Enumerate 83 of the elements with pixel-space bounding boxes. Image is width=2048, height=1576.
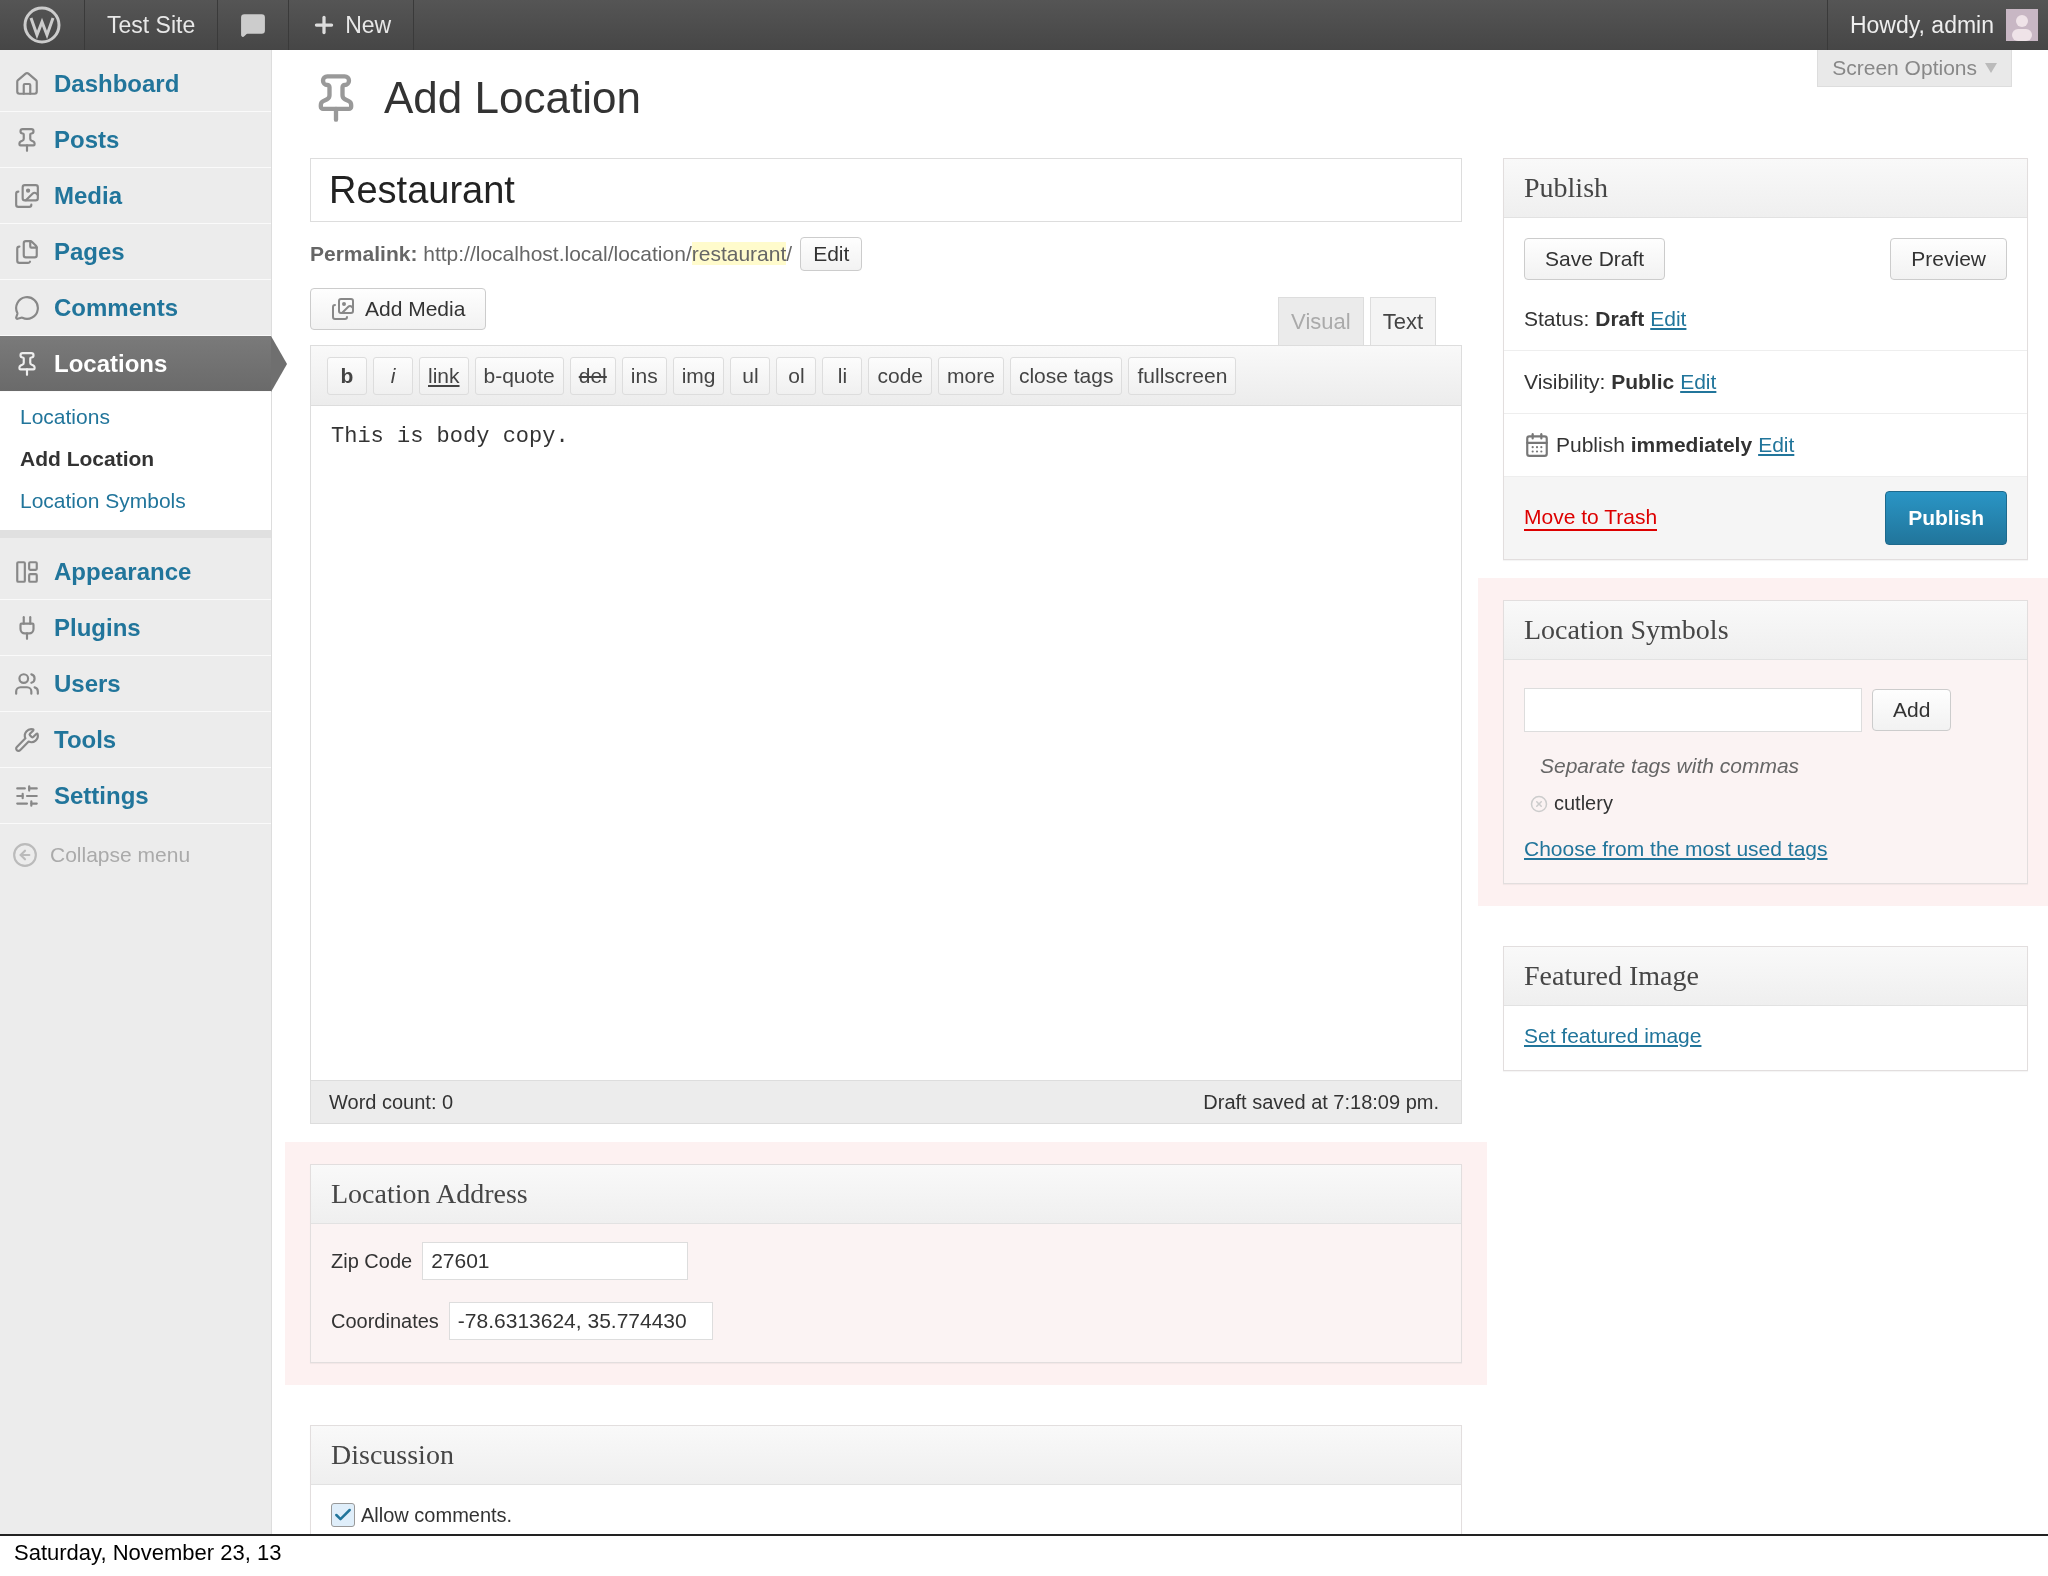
house-icon bbox=[14, 70, 40, 97]
add-media-button[interactable]: Add Media bbox=[310, 288, 487, 330]
word-count: Word count: 0 bbox=[329, 1090, 454, 1114]
edit-link[interactable]: Edit bbox=[1680, 370, 1717, 394]
avatar[interactable] bbox=[2006, 9, 2038, 41]
format-button[interactable]: b bbox=[327, 356, 367, 395]
format-button[interactable]: ol bbox=[776, 356, 817, 395]
permalink-text: Permalink: http://localhost.local/location/restaurant/ bbox=[310, 242, 793, 266]
format-button[interactable]: more bbox=[938, 356, 1004, 395]
field-label: Zip Code bbox=[331, 1249, 413, 1273]
format-button[interactable]: i bbox=[373, 356, 413, 395]
tag-input-field[interactable] bbox=[1524, 688, 1862, 732]
images-icon bbox=[14, 182, 40, 209]
publish-button[interactable]: Publish bbox=[1885, 491, 2007, 545]
submenu-item[interactable]: Locations bbox=[0, 402, 271, 432]
box-title: Location Address bbox=[311, 1165, 1461, 1224]
preview-button[interactable]: Preview bbox=[1890, 238, 2007, 280]
people-icon bbox=[14, 670, 40, 697]
images-icon bbox=[331, 297, 355, 321]
new-link[interactable]: New bbox=[345, 11, 392, 39]
sliders-icon bbox=[14, 782, 40, 809]
format-button[interactable]: link bbox=[419, 356, 469, 395]
move-to-trash-link[interactable]: Move to Trash bbox=[1524, 505, 1658, 531]
title-field[interactable]: Restaurant bbox=[310, 158, 1462, 222]
comment-bubble-icon[interactable] bbox=[240, 12, 267, 38]
edit-link[interactable]: Edit bbox=[1650, 307, 1687, 331]
text-field[interactable]: -78.6313624, 35.774430 bbox=[448, 1302, 713, 1340]
save-draft-button[interactable]: Save Draft bbox=[1524, 238, 1666, 280]
menu-item[interactable]: Appearance bbox=[0, 544, 271, 600]
checkbox[interactable] bbox=[331, 1503, 355, 1527]
pages-icon bbox=[14, 238, 40, 265]
set-featured-image-link[interactable]: Set featured image bbox=[1524, 1024, 2007, 1048]
box-title: Location Symbols bbox=[1504, 601, 2027, 660]
box-title: Publish bbox=[1504, 159, 2027, 218]
edit-link[interactable]: Edit bbox=[1758, 433, 1795, 457]
text-field[interactable]: 27601 bbox=[422, 1242, 689, 1280]
speech-bubble-icon bbox=[14, 294, 40, 321]
draft-saved-text: Draft saved at 7:18:09 pm. bbox=[1203, 1090, 1439, 1114]
calendar-icon bbox=[1524, 432, 1550, 458]
add-button[interactable]: Add bbox=[1872, 689, 1952, 731]
menu-item[interactable]: Settings bbox=[0, 768, 271, 824]
format-button[interactable]: b-quote bbox=[474, 356, 564, 395]
menu-item[interactable]: Dashboard bbox=[0, 56, 271, 112]
layout-icon bbox=[14, 558, 40, 585]
publish-setting: Publish immediately bbox=[1556, 433, 1753, 457]
format-button[interactable]: code bbox=[868, 356, 933, 395]
publish-setting: Visibility: Public bbox=[1524, 370, 1675, 394]
remove-icon[interactable] bbox=[1530, 794, 1548, 813]
format-button[interactable]: del bbox=[569, 356, 616, 395]
edit-button[interactable]: Edit bbox=[800, 237, 863, 271]
hint-text: Separate tags with commas bbox=[1539, 754, 1801, 778]
most-used-tags-link[interactable]: Choose from the most used tags bbox=[1524, 837, 2007, 861]
format-button[interactable]: close tags bbox=[1009, 356, 1123, 395]
wrench-icon bbox=[14, 726, 40, 753]
box-title: Featured Image bbox=[1504, 947, 2027, 1006]
box-title: Discussion bbox=[311, 1426, 1461, 1485]
format-button[interactable]: li bbox=[822, 356, 863, 395]
menu-item[interactable]: Pages bbox=[0, 224, 271, 280]
format-button[interactable]: ul bbox=[730, 356, 771, 395]
site-title-link[interactable]: Test Site bbox=[107, 11, 196, 39]
greeting-link[interactable]: Howdy, admin bbox=[1849, 11, 1994, 39]
menu-pointer-icon bbox=[271, 336, 287, 392]
menu-item[interactable]: Users bbox=[0, 656, 271, 712]
format-button[interactable]: ins bbox=[621, 356, 667, 395]
page-title: Add Location bbox=[384, 73, 641, 123]
publish-setting: Status: Draft bbox=[1524, 307, 1645, 331]
menu-item[interactable]: Plugins bbox=[0, 600, 271, 656]
dropdown-arrow-icon bbox=[1985, 63, 1997, 73]
submenu-item[interactable]: Add Location bbox=[0, 444, 271, 474]
menu-item[interactable]: Media bbox=[0, 168, 271, 224]
menu-item[interactable]: Posts bbox=[0, 112, 271, 168]
field-label: Coordinates bbox=[331, 1309, 439, 1333]
menu-item[interactable]: Tools bbox=[0, 712, 271, 768]
collapse-icon[interactable] bbox=[12, 842, 38, 868]
checkbox-label: Allow comments. bbox=[361, 1503, 513, 1527]
editor-area[interactable]: This is body copy. bbox=[310, 405, 1462, 1080]
logo-icon[interactable] bbox=[22, 5, 62, 45]
format-button[interactable]: img bbox=[672, 356, 725, 395]
footer-date: Saturday, November 23, 13 bbox=[14, 1540, 282, 1565]
editor-tab[interactable]: Text bbox=[1369, 297, 1436, 345]
tag-label: cutlery bbox=[1554, 792, 1613, 815]
submenu-item[interactable]: Location Symbols bbox=[0, 486, 271, 516]
format-button[interactable]: fullscreen bbox=[1128, 356, 1237, 395]
